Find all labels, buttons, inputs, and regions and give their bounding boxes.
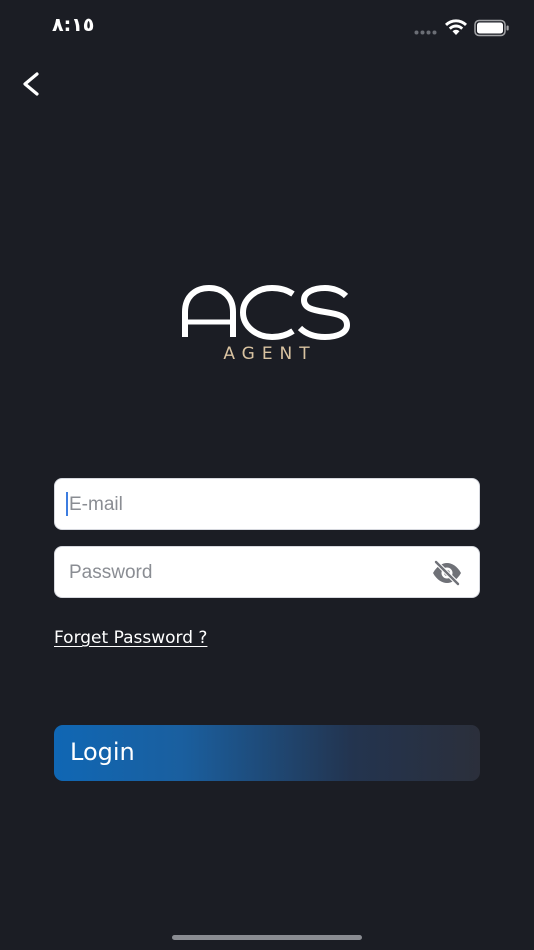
status-bar: ٨:١٥	[0, 0, 534, 56]
login-button[interactable]: Login	[54, 725, 480, 781]
battery-icon	[474, 19, 509, 37]
status-time: ٨:١٥	[52, 14, 95, 36]
home-indicator	[172, 935, 362, 940]
back-button[interactable]	[14, 66, 50, 102]
signal-dots-icon	[414, 30, 437, 35]
text-caret	[66, 492, 68, 516]
wifi-icon	[445, 19, 467, 35]
login-button-label: Login	[70, 738, 135, 766]
forget-password-link[interactable]: Forget Password ?	[54, 628, 207, 648]
chevron-left-icon	[23, 72, 39, 96]
password-input[interactable]	[67, 547, 431, 599]
email-input[interactable]	[67, 479, 431, 531]
eye-off-icon[interactable]	[431, 560, 463, 586]
acs-logo-mark	[182, 284, 351, 341]
app-logo: AGENT	[180, 282, 354, 368]
logo-subtitle: AGENT	[223, 344, 317, 364]
email-field[interactable]	[54, 478, 480, 531]
password-field[interactable]	[54, 546, 480, 599]
